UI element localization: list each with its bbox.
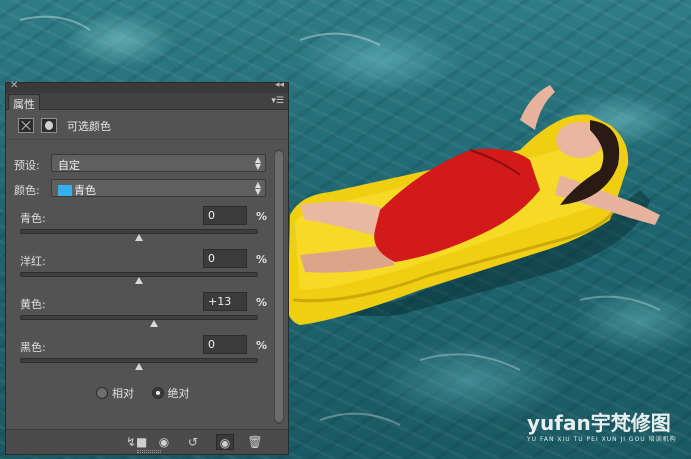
tab-properties[interactable]: 属性 <box>8 94 40 111</box>
close-icon[interactable]: ✕ <box>10 80 18 91</box>
slider-yellow: 黄色: +13 % <box>20 292 268 336</box>
properties-panel: ✕ ◂◂ 属性 ▾☰ 可选颜色 预设: 自定 ▲ ▼ 颜色: 青色 ▲ ▼ 青色: … <box>5 80 289 455</box>
yellow-value-input[interactable]: +13 <box>203 292 247 311</box>
colors-row: 颜色: 青色 ▲ ▼ <box>14 179 266 199</box>
cyan-value-input[interactable]: 0 <box>203 206 247 225</box>
slider-handle[interactable] <box>135 363 143 370</box>
layer-mask-icon[interactable] <box>41 118 57 133</box>
colors-label: 颜色: <box>14 184 40 197</box>
preset-label: 预设: <box>14 159 40 172</box>
slider-label: 洋红: <box>20 255 46 268</box>
colors-dropdown[interactable]: 青色 ▲ ▼ <box>51 179 266 197</box>
view-previous-state-icon[interactable]: ◉ <box>155 434 173 450</box>
percent-unit: % <box>256 210 268 223</box>
slider-label: 青色: <box>20 212 46 225</box>
slider-handle[interactable] <box>135 277 143 284</box>
radio-relative[interactable]: 相对 <box>96 385 134 401</box>
panel-titlebar: ✕ ◂◂ <box>6 80 288 93</box>
collapse-icon[interactable]: ◂◂ <box>275 80 284 90</box>
colors-value: 青色 <box>74 184 96 197</box>
scrollbar-thumb[interactable] <box>275 151 283 422</box>
clip-to-layer-icon[interactable]: ↯■ <box>126 434 147 450</box>
color-swatch <box>58 185 72 196</box>
panel-tab-row: 属性 ▾☰ <box>6 93 288 111</box>
watermark: yufan宇梵修图 YU FAN XIU TU PEI XUN JI GOU 培… <box>527 407 677 443</box>
slider-track[interactable] <box>20 315 258 320</box>
adjustment-header: 可选颜色 <box>6 110 288 140</box>
slider-cyan: 青色: 0 % <box>20 206 268 250</box>
adjustment-layer-icon[interactable] <box>18 118 34 133</box>
radio-absolute-label: 绝对 <box>167 387 190 400</box>
radio-dot <box>96 387 108 399</box>
magenta-value-input[interactable]: 0 <box>203 249 247 268</box>
radio-absolute[interactable]: 绝对 <box>151 385 190 401</box>
preset-row: 预设: 自定 ▲ ▼ <box>14 154 266 174</box>
watermark-brand: yufan宇梵修图 <box>527 411 671 435</box>
slider-label: 黑色: <box>20 341 46 354</box>
slider-black: 黑色: 0 % <box>20 335 268 379</box>
slider-magenta: 洋红: 0 % <box>20 249 268 293</box>
watermark-tagline: YU FAN XIU TU PEI XUN JI GOU 培训机构 <box>527 436 677 443</box>
adjustment-title: 可选颜色 <box>67 120 111 133</box>
slider-label: 黄色: <box>20 298 46 311</box>
radio-dot-selected <box>151 387 164 399</box>
dropdown-arrows-icon: ▲ ▼ <box>254 155 261 171</box>
panel-scrollbar[interactable] <box>274 149 284 424</box>
panel-menu-icon[interactable]: ▾☰ <box>271 96 284 106</box>
slider-handle[interactable] <box>135 234 143 241</box>
resize-grip[interactable] <box>137 450 161 453</box>
percent-unit: % <box>256 296 268 309</box>
preset-dropdown[interactable]: 自定 ▲ ▼ <box>51 154 266 172</box>
radio-relative-label: 相对 <box>112 387 134 400</box>
panel-footer: ↯■ ◉ ↺ ◉ 🗑 <box>6 429 288 454</box>
percent-unit: % <box>256 253 268 266</box>
preset-value: 自定 <box>58 159 80 172</box>
visibility-eye-icon[interactable]: ◉ <box>216 434 234 450</box>
method-radio-group: 相对 绝对 <box>96 385 204 401</box>
slider-handle[interactable] <box>150 320 158 327</box>
trash-icon[interactable]: 🗑 <box>246 434 264 450</box>
dropdown-arrows-icon: ▲ ▼ <box>254 180 261 196</box>
black-value-input[interactable]: 0 <box>203 335 247 354</box>
reset-icon[interactable]: ↺ <box>184 434 202 450</box>
percent-unit: % <box>256 339 268 352</box>
